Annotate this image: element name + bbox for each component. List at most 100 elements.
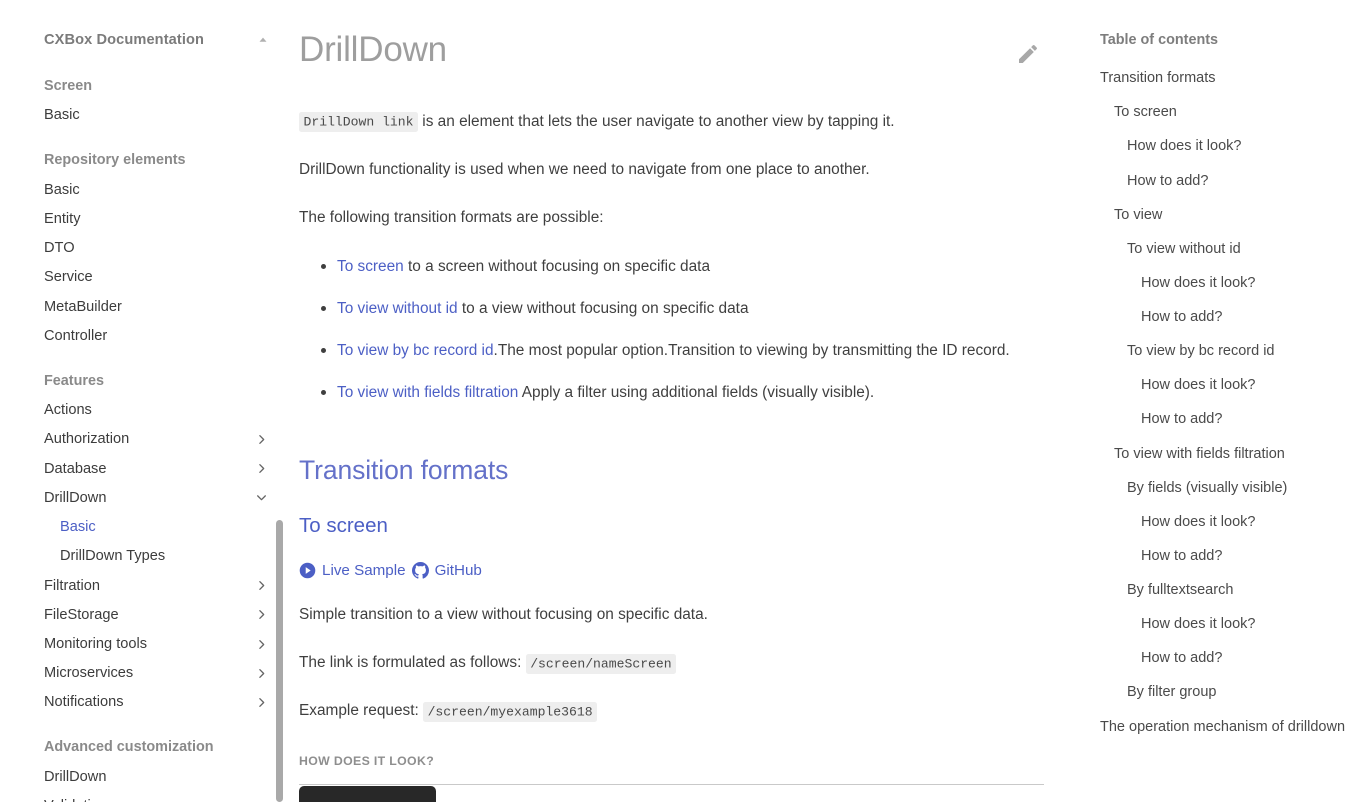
chevron-right-icon[interactable] [255,579,268,592]
sidebar-content: CXBox Documentation Screen Basic Repositor… [0,31,288,802]
sidebar-item-drilldown[interactable]: DrillDown [44,483,270,512]
sidebar-item-label: Basic [60,519,96,536]
sidebar-item-label: Microservices [44,665,134,682]
sidebar-item-actions[interactable]: Actions [44,396,270,425]
sidebar-item-label: Actions [44,402,92,419]
sample-links-row: Live Sample GitHub [299,562,1054,579]
link-format-prefix: The link is formulated as follows: [299,654,522,672]
toc-item[interactable]: To view by bc record id [1100,335,1354,369]
toc-item[interactable]: How to add? [1100,642,1354,676]
sidebar-item-label: Controller [44,327,108,344]
table-of-contents: Table of contents Transition formats To s… [1090,0,1372,802]
intro-paragraph-2: DrillDown functionality is used when we … [299,160,870,178]
doc-link[interactable]: To screen [337,258,404,275]
sidebar-item-basic[interactable]: Basic [44,513,270,542]
toc-item[interactable]: How does it look? [1100,369,1354,403]
chevron-right-icon[interactable] [255,462,268,475]
sidebar-scrollbar[interactable] [276,520,283,802]
tab-active[interactable] [299,785,436,802]
toc-item[interactable]: How to add? [1100,301,1354,335]
live-sample-link[interactable]: Live Sample [299,562,406,579]
toc-item[interactable]: By filter group [1100,676,1354,710]
pencil-icon[interactable] [1016,42,1040,66]
sidebar-item-label: DrillDown Types [60,548,166,565]
toc-item[interactable]: How does it look? [1100,130,1354,164]
sidebar-item-notifications[interactable]: Notifications [44,688,270,717]
intro-text-1: is an element that lets the user navigat… [418,112,895,130]
toc-item[interactable]: To view without id [1100,232,1354,266]
sidebar-item-label: MetaBuilder [44,298,122,315]
toc-item[interactable]: To view [1100,198,1354,232]
how-does-it-look-heading: HOW DOES IT LOOK? [299,753,435,768]
toc-list: Transition formats To screen How does it l… [1100,62,1354,745]
section-heading-transition-formats: Transition formats [299,455,509,486]
inline-code-example-request: /screen/myexample3618 [423,701,598,722]
doc-link[interactable]: To view by bc record id [337,342,494,359]
sidebar-item-microservices[interactable]: Microservices [44,659,270,688]
list-item: To screen to a screen without focusing o… [321,254,1054,279]
intro-paragraph-1: DrillDown link is an element that lets t… [299,110,1054,135]
sidebar-item-label: Entity [44,210,81,227]
list-item-text: Apply a filter using additional fields (… [518,383,875,401]
doc-link[interactable]: To view without id [337,300,458,317]
sidebar-item-label: Basic [44,181,80,198]
sidebar-item-basic[interactable]: Basic [44,101,270,130]
sidebar-item-label: Filtration [44,577,100,594]
inline-code-drilldown-link: DrillDown link [299,112,419,133]
sidebar-item-service[interactable]: Service [44,263,270,292]
chevron-right-icon[interactable] [255,433,268,446]
toc-item[interactable]: How does it look? [1100,505,1354,539]
sidebar-item-filestorage[interactable]: FileStorage [44,600,270,629]
sidebar-item-dto[interactable]: DTO [44,234,270,263]
caret-up-icon[interactable] [256,33,270,47]
sidebar-item-entity[interactable]: Entity [44,204,270,233]
toc-item[interactable]: The operation mechanism of drilldown [1100,710,1354,744]
sidebar-item-label: Notifications [44,694,124,711]
documentation-page: CXBox Documentation Screen Basic Repositor… [0,0,1372,802]
toc-item[interactable]: How to add? [1100,539,1354,573]
sidebar-group-heading: Screen [44,77,92,94]
toc-item[interactable]: How to add? [1100,403,1354,437]
chevron-right-icon[interactable] [255,608,268,621]
github-icon [411,562,429,579]
doc-link[interactable]: To view with fields filtration [337,384,518,401]
sidebar-group: Screen Basic [44,72,270,130]
sidebar-item-metabuilder[interactable]: MetaBuilder [44,292,270,321]
sidebar-item-label: DrillDown [44,768,107,785]
sidebar-item-label: DrillDown [44,489,107,506]
sidebar-item-filtration[interactable]: Filtration [44,571,270,600]
chevron-right-icon[interactable] [255,696,268,709]
inline-code-link-format: /screen/nameScreen [525,653,677,674]
sidebar-item-controller[interactable]: Controller [44,321,270,350]
toc-item[interactable]: To screen [1100,96,1354,130]
toc-item[interactable]: How does it look? [1100,608,1354,642]
sidebar-item-monitoring-tools[interactable]: Monitoring tools [44,629,270,658]
sidebar-item-drilldown-types[interactable]: DrillDown Types [44,542,270,571]
example-request-paragraph: Example request: /screen/myexample3618 [299,699,1054,724]
sidebar-item-label: Basic [44,107,80,124]
github-link[interactable]: GitHub [411,562,482,579]
chevron-right-icon[interactable] [255,638,268,651]
toc-item[interactable]: How does it look? [1100,266,1354,300]
toc-item[interactable]: By fulltextsearch [1100,574,1354,608]
page-title: DrillDown [299,30,447,69]
subsection-heading-to-screen: To screen [299,514,388,538]
chevron-right-icon[interactable] [255,667,268,680]
site-title: CXBox Documentation [44,32,205,48]
toc-item[interactable]: To view with fields filtration [1100,437,1354,471]
sidebar-group: Repository elements Basic Entity DTO Service… [44,146,270,350]
sidebar-item-database[interactable]: Database [44,454,270,483]
sidebar-item-validation[interactable]: Validation [44,791,270,802]
chevron-down-icon[interactable] [255,491,268,504]
tabs-divider [299,783,1044,785]
site-title-row: CXBox Documentation [44,31,270,50]
sidebar-item-authorization[interactable]: Authorization [44,425,270,454]
sidebar-item-drilldown[interactable]: DrillDown [44,762,270,791]
sidebar-group-heading: Features [44,372,104,389]
sidebar-item-basic[interactable]: Basic [44,175,270,204]
toc-item[interactable]: How to add? [1100,164,1354,198]
toc-item[interactable]: Transition formats [1100,62,1354,96]
sidebar-group-heading: Repository elements [44,152,186,169]
sidebar-item-label: Authorization [44,431,130,448]
toc-item[interactable]: By fields (visually visible) [1100,471,1354,505]
